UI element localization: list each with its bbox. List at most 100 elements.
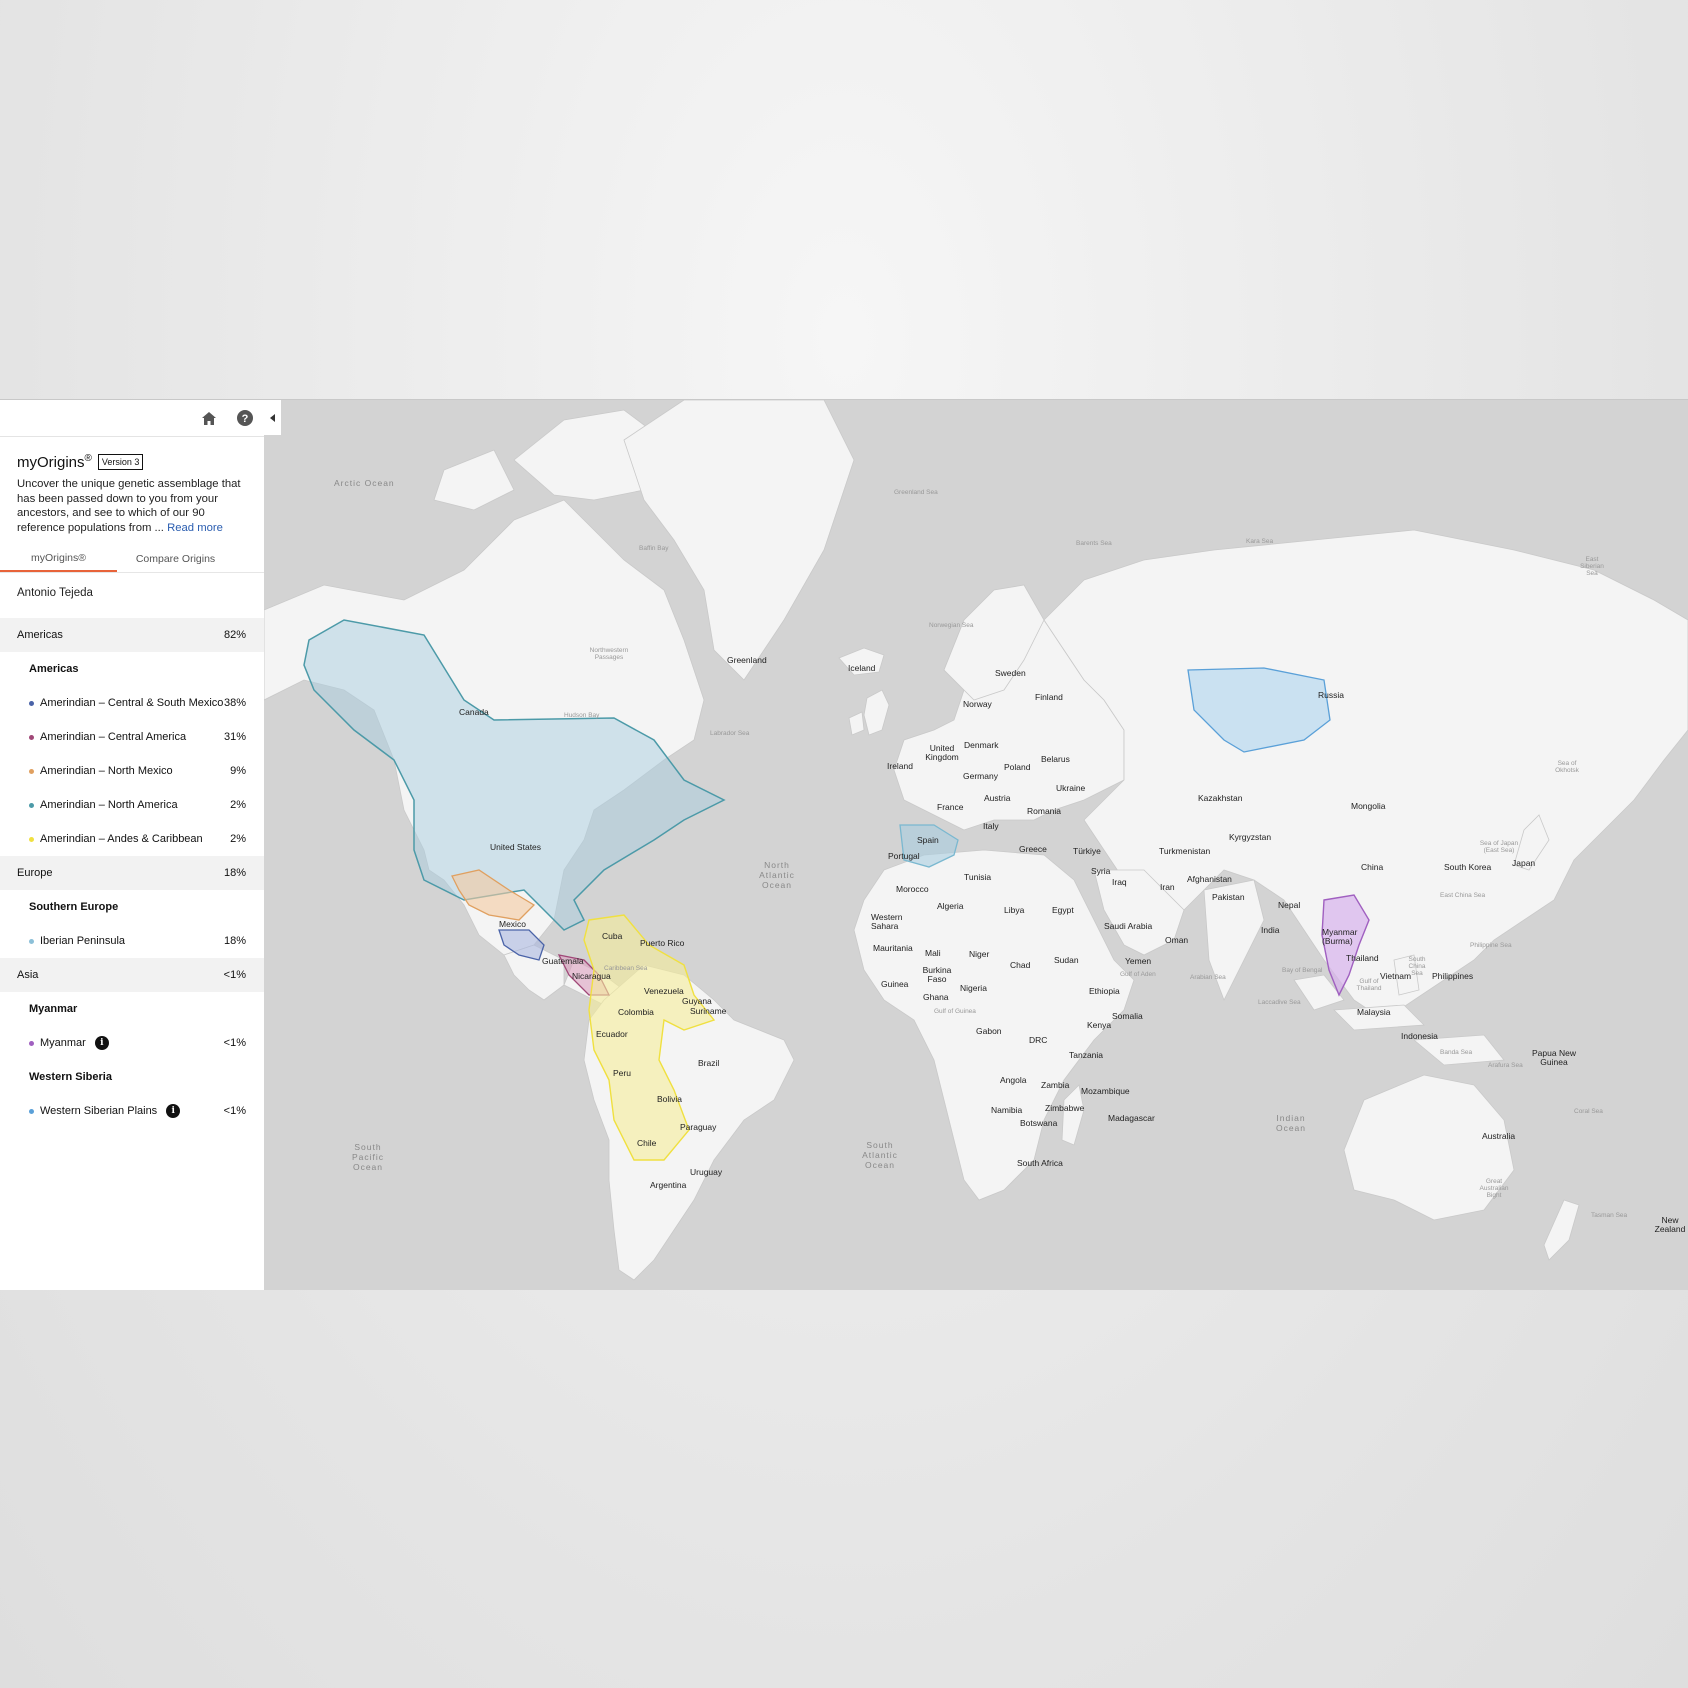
sea-label: Bay of Bengal xyxy=(1282,967,1323,974)
info-icon[interactable]: i xyxy=(166,1104,181,1119)
sea-label: Arafura Sea xyxy=(1488,1062,1523,1069)
map-label: Guatemala xyxy=(542,956,584,966)
map-label: Kyrgyzstan xyxy=(1229,832,1272,842)
sea-label: Gulf of Guinea xyxy=(934,1008,976,1015)
map-label: Syria xyxy=(1091,866,1111,876)
page-title: myOrigins® xyxy=(17,453,92,471)
sea-label: Banda Sea xyxy=(1440,1049,1473,1056)
map-label: Algeria xyxy=(937,901,964,911)
map-label: United States xyxy=(490,842,542,852)
sea-label: Tasman Sea xyxy=(1591,1212,1628,1219)
sea-label: Greenland Sea xyxy=(894,489,938,496)
sea-label: Baffin Bay xyxy=(639,545,669,552)
map-label: Tunisia xyxy=(964,872,992,882)
map-label: Guyana xyxy=(682,996,712,1006)
map-label: Afghanistan xyxy=(1187,874,1232,884)
map-label: Egypt xyxy=(1052,905,1074,915)
list-item-amerindian-central-south-mexico[interactable]: Amerindian – Central & South Mexico 38% xyxy=(0,686,264,720)
group-row-americas[interactable]: Americas 82% xyxy=(0,618,264,653)
intro-section: myOrigins® Version 3 Uncover the unique … xyxy=(0,437,264,541)
map-label: Greenland xyxy=(727,655,767,665)
sea-label: East Siberian Sea xyxy=(1580,556,1604,577)
map-label: Chile xyxy=(637,1138,657,1148)
map-label: Ghana xyxy=(923,992,949,1002)
origins-list: Americas 82% Americas Amerindian – Centra… xyxy=(0,618,264,1128)
ocean-label: North Atlantic Ocean xyxy=(759,860,795,890)
map-label: Angola xyxy=(1000,1075,1027,1085)
sea-label: Caribbean Sea xyxy=(604,965,648,972)
chevron-left-icon xyxy=(269,413,275,422)
map-label: Kenya xyxy=(1087,1020,1112,1030)
tab-myorigins[interactable]: myOrigins® xyxy=(0,545,117,573)
map-label: Nepal xyxy=(1278,900,1301,910)
home-icon[interactable] xyxy=(199,408,219,428)
sidebar: ? myOrigins® Version 3 Uncover the uniqu… xyxy=(0,400,264,1290)
map-label: Greece xyxy=(1019,844,1047,854)
list-item-iberian-peninsula[interactable]: Iberian Peninsula 18% xyxy=(0,924,264,958)
map-label: New Zealand xyxy=(1654,1215,1686,1234)
color-dot xyxy=(29,734,34,740)
map-label: Paraguay xyxy=(680,1122,717,1132)
color-dot xyxy=(29,700,34,706)
read-more-link[interactable]: Read more xyxy=(167,522,223,534)
app-window: ? myOrigins® Version 3 Uncover the uniqu… xyxy=(0,399,1688,1290)
map-label: Iceland xyxy=(848,663,876,673)
map-label: India xyxy=(1261,925,1280,935)
map-label: Germany xyxy=(963,771,998,781)
map-label: Italy xyxy=(983,821,999,831)
sidebar-toolbar: ? xyxy=(0,400,264,437)
list-item-myanmar[interactable]: Myanmar i <1% xyxy=(0,1026,264,1060)
collapse-sidebar-button[interactable] xyxy=(264,400,281,435)
map-label: Peru xyxy=(613,1068,631,1078)
map-label: United Kingdom xyxy=(925,743,959,762)
map-label: Brazil xyxy=(698,1058,720,1068)
map-label: South Korea xyxy=(1444,862,1492,872)
map-label: Yemen xyxy=(1125,956,1152,966)
map-label: Mexico xyxy=(499,919,526,929)
help-icon[interactable]: ? xyxy=(235,408,255,428)
list-item-western-siberian-plains[interactable]: Western Siberian Plains i <1% xyxy=(0,1094,264,1128)
list-item-amerindian-andes-caribbean[interactable]: Amerindian – Andes & Caribbean 2% xyxy=(0,822,264,856)
map-label: Ukraine xyxy=(1056,783,1086,793)
map-label: Western Sahara xyxy=(871,912,903,931)
map-label: Niger xyxy=(969,949,990,959)
map-label: Mongolia xyxy=(1351,801,1386,811)
list-item-amerindian-north-america[interactable]: Amerindian – North America 2% xyxy=(0,788,264,822)
map-label: Namibia xyxy=(991,1105,1023,1115)
ocean-label: South Atlantic Ocean xyxy=(862,1140,898,1170)
map-label: Tanzania xyxy=(1069,1050,1104,1060)
map-label: Indonesia xyxy=(1401,1031,1438,1041)
ocean-label: Indian Ocean xyxy=(1275,1113,1307,1133)
map-label: Türkiye xyxy=(1073,846,1101,856)
sea-label: Arabian Sea xyxy=(1190,974,1226,981)
map-label: Spain xyxy=(917,835,939,845)
map-label: Burkina Faso xyxy=(922,965,952,984)
map-label: South Africa xyxy=(1017,1158,1063,1168)
map-label: Belarus xyxy=(1041,754,1070,764)
map-label: Nicaragua xyxy=(572,971,611,981)
sea-label: Sea of Okhotsk xyxy=(1555,760,1579,774)
map-label: Turkmenistan xyxy=(1159,846,1211,856)
map-label: Poland xyxy=(1004,762,1031,772)
list-item-amerindian-north-mexico[interactable]: Amerindian – North Mexico 9% xyxy=(0,754,264,788)
map-label: Malaysia xyxy=(1357,1007,1391,1017)
map-label: Madagascar xyxy=(1108,1113,1155,1123)
group-row-asia[interactable]: Asia <1% xyxy=(0,958,264,993)
map-label: Canada xyxy=(459,707,489,717)
version-badge: Version 3 xyxy=(97,454,144,470)
map-label: Uruguay xyxy=(690,1167,723,1177)
map-label: Norway xyxy=(963,699,992,709)
world-map[interactable]: Greenland Iceland Canada United States M… xyxy=(264,400,1688,1290)
map-label: Morocco xyxy=(896,884,929,894)
map-label: Portugal xyxy=(888,851,920,861)
map-label: Libya xyxy=(1004,905,1025,915)
map-label: Gabon xyxy=(976,1026,1002,1036)
map-label: Zimbabwe xyxy=(1045,1103,1085,1113)
list-item-amerindian-central-america[interactable]: Amerindian – Central America 31% xyxy=(0,720,264,754)
group-row-europe[interactable]: Europe 18% xyxy=(0,856,264,891)
tab-compare-origins[interactable]: Compare Origins xyxy=(117,545,234,572)
info-icon[interactable]: i xyxy=(94,1036,109,1051)
map-label: Bolivia xyxy=(657,1094,683,1104)
sea-label: Hudson Bay xyxy=(564,712,600,719)
map-label: Iran xyxy=(1160,882,1175,892)
